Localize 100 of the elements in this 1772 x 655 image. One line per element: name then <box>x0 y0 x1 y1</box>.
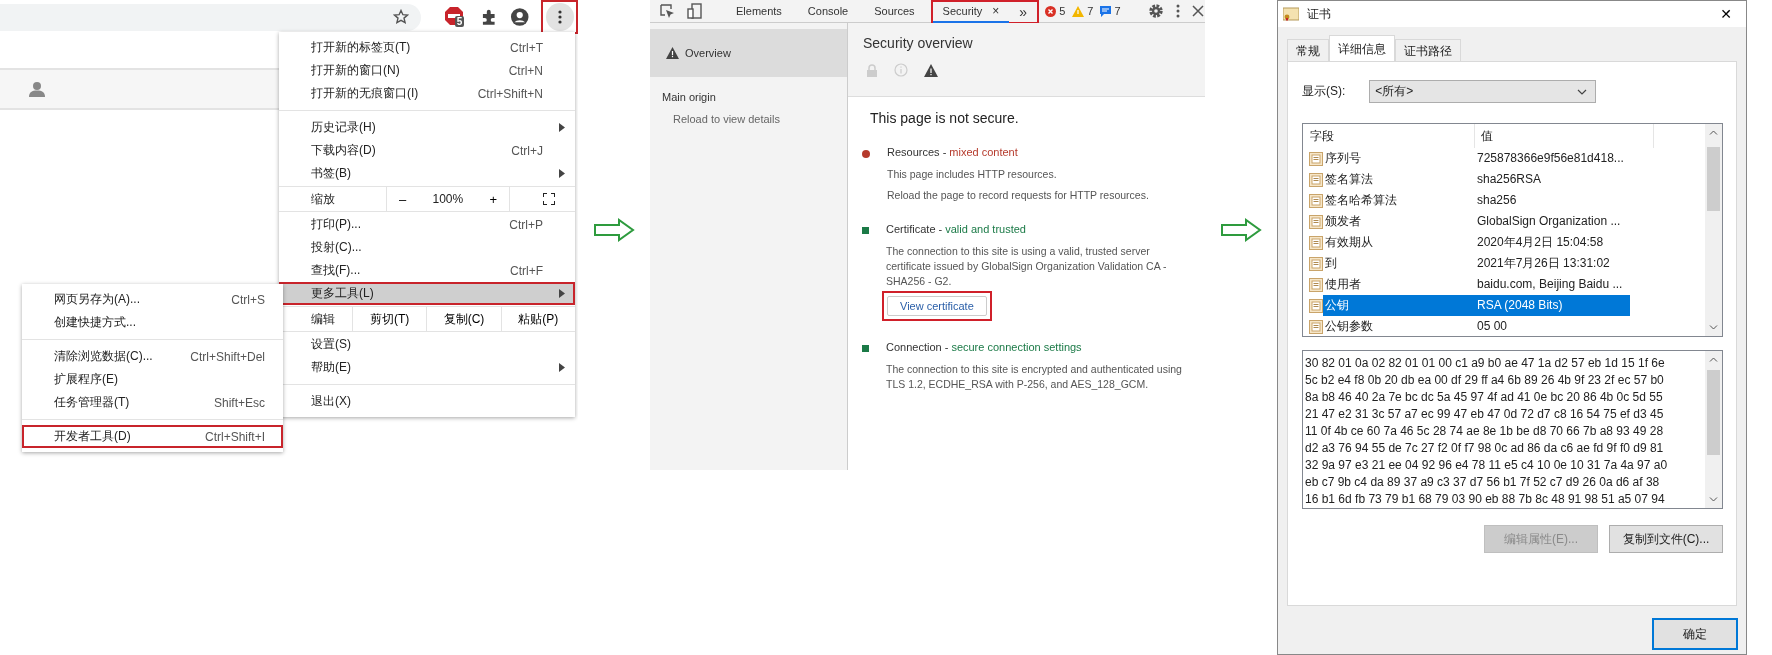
person-icon <box>29 81 45 97</box>
list-item[interactable]: 颁发者 <box>1323 211 1475 232</box>
section-heading: Main origin <box>661 90 717 103</box>
menu-item[interactable]: 开发者工具(D) Ctrl+Shift+I <box>22 425 283 448</box>
menu-item[interactable]: 打开新的标签页(T) Ctrl+T <box>279 36 575 59</box>
show-dropdown[interactable]: <所有> <box>1369 80 1597 103</box>
section-title: Connection - <box>886 341 949 353</box>
table-cell-text: 05 00 <box>1476 318 1509 335</box>
section-title: Certificate - <box>886 223 943 235</box>
field-label: 显示(S): <box>1302 83 1346 100</box>
submenu-arrow-icon <box>559 363 565 372</box>
dialog-tab[interactable]: 证书路径 <box>1395 39 1461 61</box>
hex-line: 21 47 e2 31 3c 57 a7 ec 99 47 eb 47 0d 72 d7 c8 16 54 75 ef d3 45 <box>1305 406 1665 423</box>
sidebar-item[interactable]: Reload to view details <box>650 103 847 125</box>
list-item[interactable]: 到 <box>1323 253 1475 274</box>
puzzle-icon[interactable] <box>480 8 498 26</box>
scrollbar[interactable] <box>1705 124 1722 336</box>
more-tabs-button[interactable]: » <box>1009 4 1038 20</box>
hex-line: d2 a3 76 94 55 de 7c 27 f2 0f f7 98 0c ad 86 da c6 ae fd 9f f0 d9 81 <box>1305 440 1665 457</box>
dialog-tab[interactable]: 详细信息 <box>1329 35 1395 61</box>
count-badge: 5 <box>454 16 465 27</box>
arrow-icon <box>593 218 635 242</box>
column-header[interactable]: 字段 <box>1303 124 1475 148</box>
star-icon[interactable] <box>392 9 409 25</box>
description-text: The connection to this site is encrypted and authenticated using TLS 1.2, ECDHE_RSA with P-256, and AES_128_GCM. <box>886 362 1183 392</box>
description-text: This page includes HTTP resources. <box>887 167 1058 182</box>
inspect-icon[interactable] <box>659 3 675 19</box>
list-item[interactable]: 签名哈希算法 <box>1323 190 1475 211</box>
error-icon[interactable] <box>1045 5 1057 17</box>
menu-label: 编辑 <box>310 310 336 328</box>
zoom-out-button[interactable]: – <box>393 191 413 207</box>
scrollbar-thumb[interactable] <box>1707 147 1720 211</box>
certificate-icon <box>1283 7 1299 21</box>
account-icon[interactable] <box>509 7 530 27</box>
warning-icon <box>666 47 679 59</box>
menu-item[interactable]: 下载内容(D) Ctrl+J <box>279 139 575 162</box>
list-item[interactable]: 公钥参数 <box>1323 316 1475 336</box>
menu-item[interactable]: 投射(C)... <box>279 236 575 259</box>
status-headline: This page is not secure. <box>869 110 1020 126</box>
list-item[interactable]: 公钥 <box>1323 295 1475 316</box>
menu-item[interactable]: 打开新的无痕窗口(I) Ctrl+Shift+N <box>279 82 575 105</box>
table-cell: RSA (2048 Bits) <box>1475 295 1630 316</box>
status-text: valid and trusted <box>945 223 1026 235</box>
menu-item[interactable]: 创建快捷方式... <box>22 311 283 334</box>
devtools-tab[interactable]: Sources <box>864 0 925 22</box>
list-item[interactable]: 序列号 <box>1323 148 1475 169</box>
device-icon[interactable] <box>687 3 703 19</box>
more-icon[interactable] <box>1175 4 1180 18</box>
menu-action[interactable]: 复制(C) <box>426 307 501 331</box>
zoom-in-button[interactable]: + <box>483 191 503 207</box>
sidebar-item[interactable]: Overview <box>650 29 847 77</box>
document-icon <box>1309 256 1323 271</box>
table-cell-text: GlobalSign Organization ... <box>1476 213 1622 230</box>
submenu-arrow-icon <box>559 123 565 132</box>
column-header[interactable]: 值 <box>1475 124 1654 148</box>
settings-icon[interactable] <box>1147 3 1164 19</box>
window-title: 证书 <box>1307 5 1332 23</box>
arrow-icon <box>1220 218 1262 242</box>
close-button[interactable]: ✕ <box>1706 1 1746 27</box>
issue-count[interactable]: 5 <box>1059 5 1066 17</box>
fullscreen-icon[interactable] <box>543 193 555 205</box>
table-cell-text: 725878366e9f56e81d418... <box>1476 150 1625 167</box>
menu-icon[interactable] <box>557 10 562 24</box>
issue-count[interactable]: 7 <box>1087 5 1094 17</box>
menu-item[interactable]: 历史记录(H) <box>279 116 575 139</box>
menu-item[interactable]: 打印(P)... Ctrl+P <box>279 213 575 236</box>
list-item[interactable]: 签名算法 <box>1323 169 1475 190</box>
menu-item[interactable]: 查找(F)... Ctrl+F <box>279 259 575 282</box>
list-item[interactable]: 使用者 <box>1323 274 1475 295</box>
menu-action[interactable]: 粘贴(P) <box>500 307 575 331</box>
ok-button[interactable]: 确定 <box>1652 618 1738 650</box>
scrollbar-thumb[interactable] <box>1707 370 1720 455</box>
close-icon[interactable] <box>1191 5 1204 17</box>
menu-label: 缩放 <box>310 190 336 208</box>
document-icon <box>1309 172 1323 187</box>
value-box[interactable] <box>1302 350 1723 509</box>
hex-line: 8a b8 46 40 2a 7e bc dc 5a 45 97 4f ad 41 0e bc 20 86 4b 0c 5d 55 <box>1305 389 1664 406</box>
status-text: mixed content <box>949 146 1018 158</box>
description-text: The connection to this site is using a valid, trusted server certificate issued by GlobalSign Organization Validation CA - SHA256 - G2. <box>886 244 1168 289</box>
scrollbar[interactable] <box>1705 351 1722 508</box>
message-icon[interactable] <box>1100 5 1112 17</box>
dialog-tab[interactable]: 常规 <box>1287 39 1329 61</box>
view-certificate-button[interactable]: View certificate <box>887 296 987 316</box>
menu-action[interactable]: 剪切(T) <box>352 307 427 331</box>
devtools-tab[interactable]: Elements <box>726 0 792 22</box>
devtools-tab[interactable]: Console <box>797 0 859 22</box>
document-icon <box>1309 319 1323 334</box>
chevron-down-icon[interactable] <box>1577 88 1588 95</box>
menu-item[interactable]: 书签(B) <box>279 162 575 185</box>
menu-item[interactable]: 打开新的窗口(N) Ctrl+N <box>279 59 575 82</box>
list-item[interactable]: 有效期从 <box>1323 232 1475 253</box>
issue-count[interactable]: 7 <box>1114 5 1121 17</box>
table-cell-text: 2020年4月2日 15:04:58 <box>1476 234 1605 251</box>
dialog-button[interactable]: 复制到文件(C)... <box>1609 525 1723 553</box>
submenu-arrow-icon <box>559 289 565 298</box>
close-tab-button[interactable]: × <box>992 4 1000 18</box>
zoom-level: 100% <box>432 192 464 206</box>
menu-item[interactable]: 更多工具(L) <box>279 282 575 305</box>
menu-button[interactable] <box>541 0 578 34</box>
document-icon <box>1309 151 1323 166</box>
